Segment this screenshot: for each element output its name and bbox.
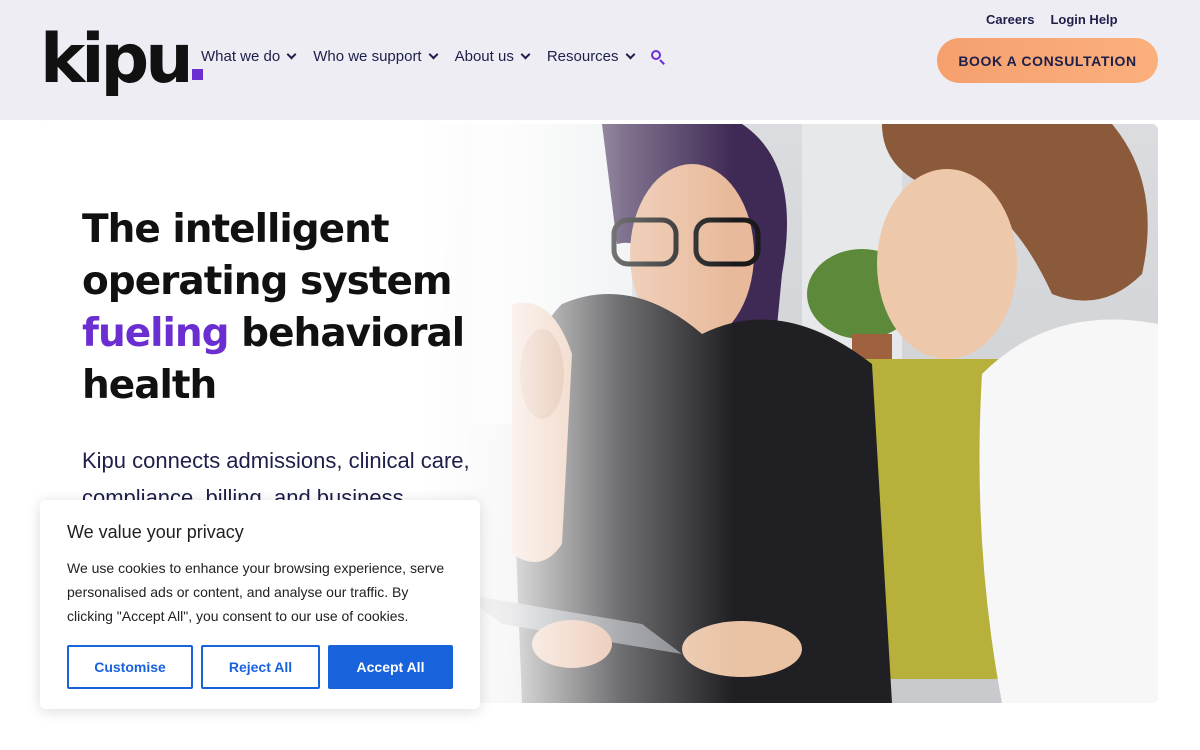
nav-about-us[interactable]: About us	[454, 48, 531, 65]
headline-line-1: The intelligent	[82, 207, 390, 252]
headline-line-3-rest: behavioral	[228, 311, 465, 356]
nav-resources[interactable]: Resources	[546, 48, 635, 65]
search-icon[interactable]	[650, 49, 666, 65]
careers-link[interactable]: Careers	[986, 12, 1034, 27]
cookie-body: We use cookies to enhance your browsing …	[67, 560, 445, 624]
logo-dot	[191, 69, 203, 80]
nav-label: What we do	[201, 48, 281, 65]
hero-headline: The intelligent operating system fueling…	[82, 204, 502, 412]
headline-line-4: health	[82, 363, 217, 408]
chevron-down-icon	[520, 49, 531, 60]
main-nav: What we do Who we support About us Resou…	[201, 48, 666, 65]
kipu-logo[interactable]: kipu	[40, 22, 203, 94]
chevron-down-icon	[625, 49, 635, 60]
headline-accent-word: fueling	[82, 311, 230, 356]
book-consultation-button[interactable]: BOOK A CONSULTATION	[937, 38, 1158, 83]
nav-label: About us	[454, 48, 514, 65]
chevron-down-icon	[428, 49, 439, 60]
site-header: kipu What we do Who we support About us …	[0, 0, 1200, 120]
nav-what-we-do[interactable]: What we do	[201, 48, 297, 65]
accept-all-button[interactable]: Accept All	[328, 645, 453, 689]
utility-links: Careers Login Help	[986, 12, 1118, 27]
login-help-link[interactable]: Login Help	[1050, 12, 1117, 27]
chevron-down-icon	[286, 49, 297, 60]
search-icon-handle	[658, 58, 665, 65]
cookie-consent-banner: We value your privacy We use cookies to …	[40, 500, 480, 709]
nav-label: Resources	[546, 48, 619, 65]
nav-who-we-support[interactable]: Who we support	[313, 48, 439, 65]
search-icon-ring	[650, 49, 661, 60]
nav-label: Who we support	[313, 48, 422, 65]
logo-wordmark: kipu	[40, 20, 194, 99]
cookie-title: We value your privacy	[67, 522, 244, 542]
reject-all-button[interactable]: Reject All	[201, 645, 320, 689]
headline-line-2: operating system	[82, 259, 453, 304]
customise-button[interactable]: Customise	[67, 645, 193, 689]
